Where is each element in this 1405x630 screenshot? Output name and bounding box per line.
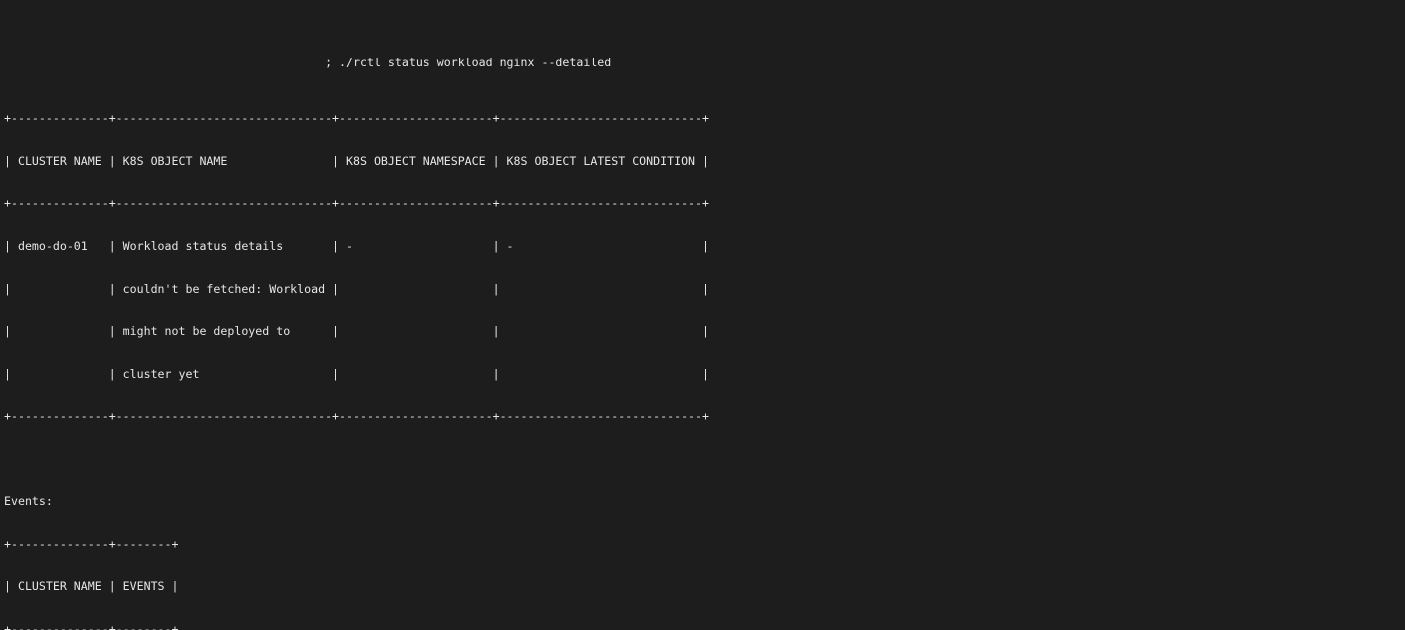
clipped-scrollback-text: ; ./rctl status workload nginx --detaile…: [4, 57, 612, 69]
table1-border-top: +--------------+------------------------…: [4, 111, 709, 126]
events1-label: Events:: [4, 494, 53, 509]
table1-border-bottom: +--------------+------------------------…: [4, 409, 709, 424]
events1-header-row: | CLUSTER NAME | EVENTS |: [4, 579, 179, 594]
events1-border-top: +--------------+--------+: [4, 536, 179, 551]
terminal-window[interactable]: ; ./rctl status workload nginx --detaile…: [0, 0, 1405, 630]
table-row: | | cluster yet | | |: [4, 366, 709, 381]
table-row: | demo-do-01 | Workload status details |…: [4, 238, 709, 253]
events1-header-separator: +--------------+--------+: [4, 621, 179, 630]
table1-header-separator: +--------------+------------------------…: [4, 196, 709, 211]
table-row: | | might not be deployed to | | |: [4, 324, 709, 339]
table1-header-row: | CLUSTER NAME | K8S OBJECT NAME | K8S O…: [4, 153, 709, 168]
table-row: | | couldn't be fetched: Workload | | |: [4, 281, 709, 296]
terminal-screen: ; ./rctl status workload nginx --detaile…: [4, 1, 1405, 630]
clipped-scrollback-line: ; ./rctl status workload nginx --detaile…: [4, 58, 1405, 69]
